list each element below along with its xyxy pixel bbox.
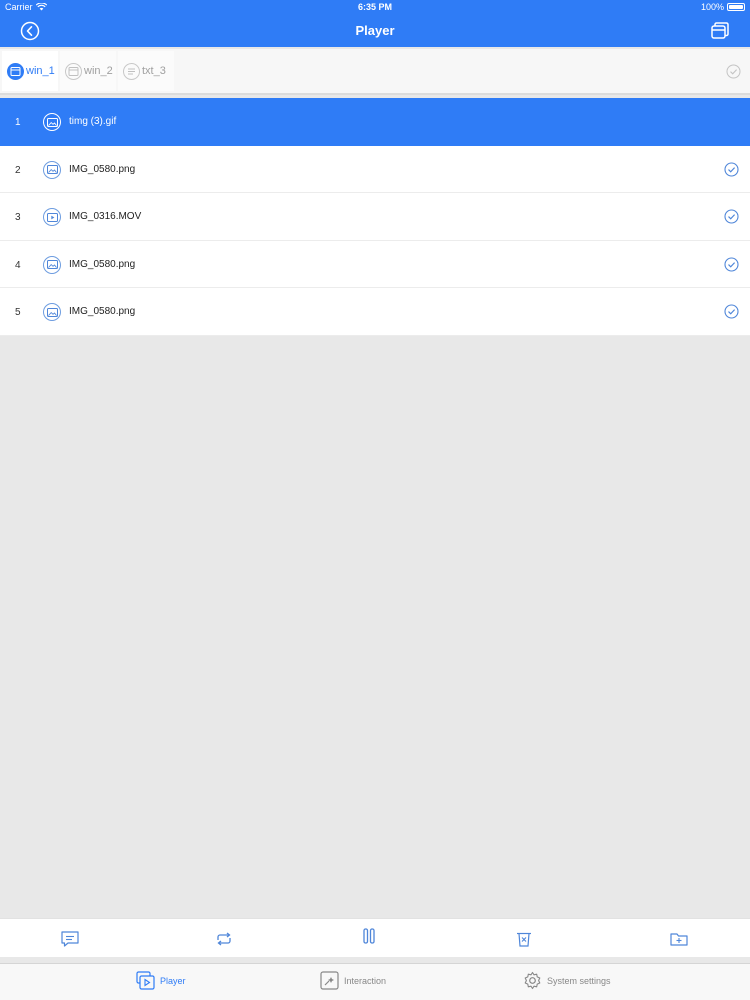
image-icon	[43, 113, 61, 131]
file-name: IMG_0580.png	[69, 163, 136, 175]
check-circle-icon[interactable]	[724, 304, 739, 319]
windows-icon	[711, 22, 729, 39]
file-list: 1 timg (3).gif 2 IMG_0580.png 3 IMG_0316…	[0, 98, 750, 336]
bottom-tab-bar: Player Interaction System settings	[0, 963, 750, 1000]
pause-button[interactable]	[358, 927, 380, 947]
file-name: IMG_0580.png	[69, 306, 136, 317]
tab-label: win_1	[26, 65, 55, 77]
gear-icon	[524, 971, 541, 990]
image-icon	[43, 303, 61, 321]
tab-system-settings[interactable]: System settings	[523, 971, 611, 990]
row-index: 3	[15, 212, 21, 223]
tab-label: txt_3	[142, 65, 166, 77]
delete-icon	[517, 932, 531, 947]
tab-label: Interaction	[344, 975, 387, 986]
tab-label: win_2	[84, 65, 113, 77]
file-row[interactable]: 3 IMG_0316.MOV	[0, 193, 750, 241]
repeat-icon	[217, 932, 231, 946]
file-row[interactable]: 1 timg (3).gif	[0, 98, 750, 146]
message-icon	[61, 931, 79, 947]
select-all-button[interactable]	[726, 64, 741, 79]
delete-button[interactable]	[513, 929, 535, 949]
message-button[interactable]	[59, 929, 81, 949]
player-icon	[136, 971, 155, 990]
window-icon	[7, 62, 24, 80]
player-toolbar	[0, 918, 750, 957]
tab-txt-3[interactable]: txt_3	[118, 51, 174, 91]
file-name: IMG_0316.MOV	[69, 211, 142, 222]
interaction-icon	[320, 971, 339, 990]
row-index: 1	[15, 117, 21, 128]
tab-label: Player	[160, 975, 186, 986]
image-icon	[43, 255, 61, 274]
file-row[interactable]: 4 IMG_0580.png	[0, 240, 750, 288]
file-name: IMG_0580.png	[69, 258, 136, 270]
status-bar: Carrier 6:35 PM 100%	[0, 0, 750, 14]
navigation-bar: Player	[0, 14, 750, 47]
window-icon	[65, 62, 82, 80]
image-icon	[43, 160, 61, 179]
row-index: 4	[15, 259, 21, 271]
add-folder-button[interactable]	[668, 929, 690, 949]
tab-win-1[interactable]: win_1	[2, 51, 58, 91]
tab-player[interactable]: Player	[136, 971, 186, 990]
tab-interaction[interactable]: Interaction	[320, 971, 386, 990]
windows-button[interactable]	[710, 21, 730, 41]
file-row[interactable]: 5 IMG_0580.png	[0, 288, 750, 336]
file-row[interactable]: 2 IMG_0580.png	[0, 145, 750, 193]
battery-group: 100%	[701, 2, 745, 12]
repeat-button[interactable]	[213, 929, 235, 949]
clock: 6:35 PM	[357, 2, 392, 12]
video-icon	[43, 208, 61, 226]
check-circle-icon	[726, 64, 741, 79]
add-folder-icon	[670, 933, 688, 946]
check-circle-icon[interactable]	[724, 256, 739, 272]
battery-icon	[727, 3, 745, 11]
tab-win-2[interactable]: win_2	[60, 51, 116, 91]
window-tabs: win_1 win_2 txt_3	[0, 49, 750, 95]
file-name: timg (3).gif	[69, 116, 117, 127]
text-icon	[123, 62, 140, 80]
row-index: 5	[15, 307, 21, 318]
tab-label: System settings	[547, 975, 611, 986]
page-title: Player	[355, 23, 395, 38]
check-circle-icon[interactable]	[724, 161, 739, 177]
pause-icon	[363, 928, 375, 944]
battery-percent: 100%	[700, 2, 724, 12]
row-index: 2	[15, 164, 21, 176]
check-circle-icon[interactable]	[724, 209, 739, 224]
